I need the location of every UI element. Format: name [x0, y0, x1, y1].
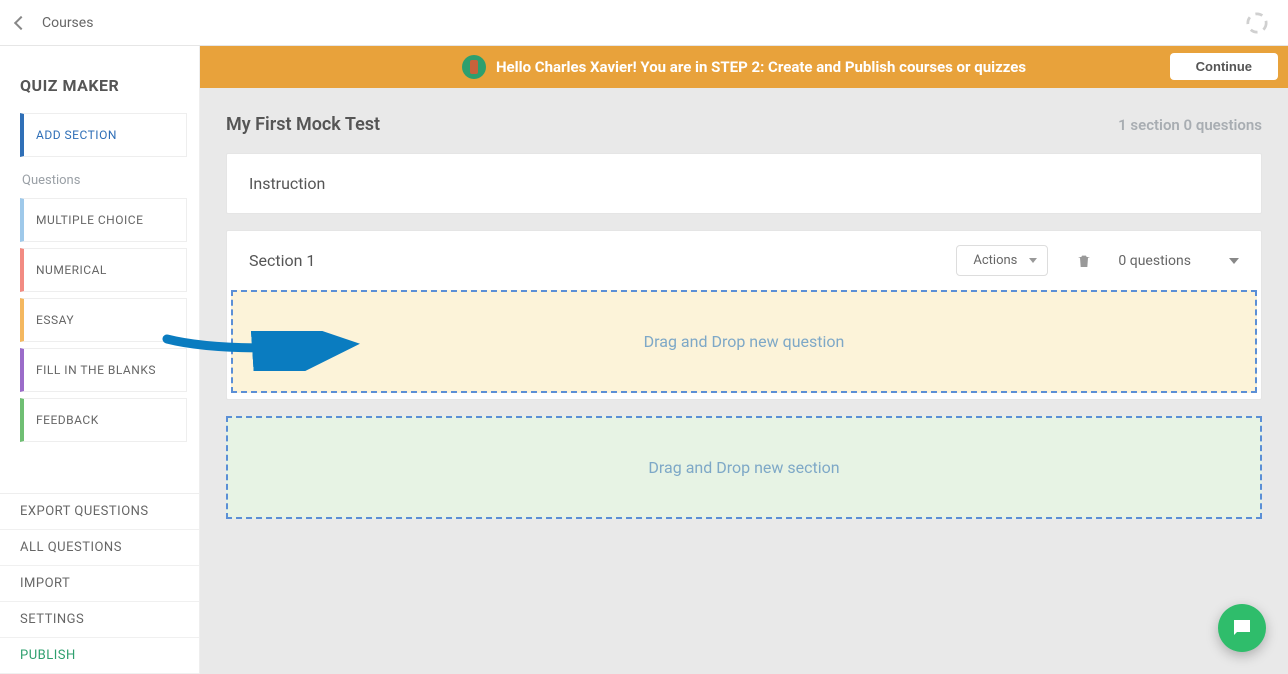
banner-text: Hello Charles Xavier! You are in STEP 2:…	[496, 58, 1026, 76]
actions-dropdown[interactable]: Actions	[956, 245, 1048, 276]
question-dropzone[interactable]: Drag and Drop new question	[231, 290, 1257, 393]
page-title: My First Mock Test	[226, 114, 380, 135]
back-arrow-icon[interactable]	[14, 15, 28, 29]
sidebar-item-publish[interactable]: PUBLISH	[0, 638, 199, 674]
sidebar-item-fill-in-the-blanks[interactable]: FILL IN THE BLANKS	[20, 348, 187, 392]
question-count: 0 questions	[1118, 253, 1191, 269]
sidebar-item-label: FEEDBACK	[36, 413, 99, 427]
section-title[interactable]: Section 1	[249, 251, 956, 270]
sidebar-title: QUIZ MAKER	[0, 46, 199, 113]
section-question-counts: 1 section 0 questions	[1118, 116, 1262, 134]
sidebar-item-label: MULTIPLE CHOICE	[36, 213, 143, 227]
title-row: My First Mock Test 1 section 0 questions	[226, 114, 1262, 135]
continue-button[interactable]: Continue	[1170, 53, 1278, 80]
section-dropzone[interactable]: Drag and Drop new section	[226, 416, 1262, 519]
sidebar-bottom-menu: EXPORT QUESTIONS ALL QUESTIONS IMPORT SE…	[0, 493, 199, 674]
sidebar-item-add-section[interactable]: ADD SECTION	[20, 113, 187, 157]
breadcrumb[interactable]: Courses	[42, 15, 93, 31]
sidebar-item-label: ADD SECTION	[36, 128, 117, 142]
sidebar-item-essay[interactable]: ESSAY	[20, 298, 187, 342]
sidebar-item-all-questions[interactable]: ALL QUESTIONS	[0, 530, 199, 566]
section-header: Section 1 Actions 0 questions	[227, 231, 1261, 290]
sidebar-menu: ADD SECTION Questions MULTIPLE CHOICE NU…	[0, 113, 199, 448]
sidebar-item-numerical[interactable]: NUMERICAL	[20, 248, 187, 292]
sidebar-item-import[interactable]: IMPORT	[0, 566, 199, 602]
sidebar-item-multiple-choice[interactable]: MULTIPLE CHOICE	[20, 198, 187, 242]
sidebar-item-label: FILL IN THE BLANKS	[36, 363, 156, 377]
main-content: Hello Charles Xavier! You are in STEP 2:…	[200, 46, 1288, 674]
topbar: Courses	[0, 0, 1288, 46]
avatar-icon	[462, 55, 486, 79]
sidebar-item-feedback[interactable]: FEEDBACK	[20, 398, 187, 442]
collapse-toggle-icon[interactable]	[1229, 258, 1239, 264]
instruction-label: Instruction	[249, 174, 325, 193]
help-icon[interactable]	[1246, 12, 1268, 34]
chat-bubble-button[interactable]	[1218, 604, 1266, 652]
sidebar-item-label: NUMERICAL	[36, 263, 107, 277]
dropzone-label: Drag and Drop new section	[648, 458, 839, 477]
questions-group-label: Questions	[20, 163, 187, 198]
dropzone-label: Drag and Drop new question	[644, 332, 845, 351]
trash-icon[interactable]	[1076, 252, 1092, 270]
sidebar-item-settings[interactable]: SETTINGS	[0, 602, 199, 638]
onboarding-banner: Hello Charles Xavier! You are in STEP 2:…	[200, 46, 1288, 88]
sidebar: QUIZ MAKER ADD SECTION Questions MULTIPL…	[0, 46, 200, 674]
chevron-down-icon	[1029, 258, 1037, 263]
instruction-panel[interactable]: Instruction	[226, 153, 1262, 214]
sidebar-item-label: ESSAY	[36, 313, 74, 327]
actions-label: Actions	[973, 253, 1017, 268]
sidebar-item-export-questions[interactable]: EXPORT QUESTIONS	[0, 494, 199, 530]
section-panel: Section 1 Actions 0 questions Drag and D…	[226, 230, 1262, 400]
